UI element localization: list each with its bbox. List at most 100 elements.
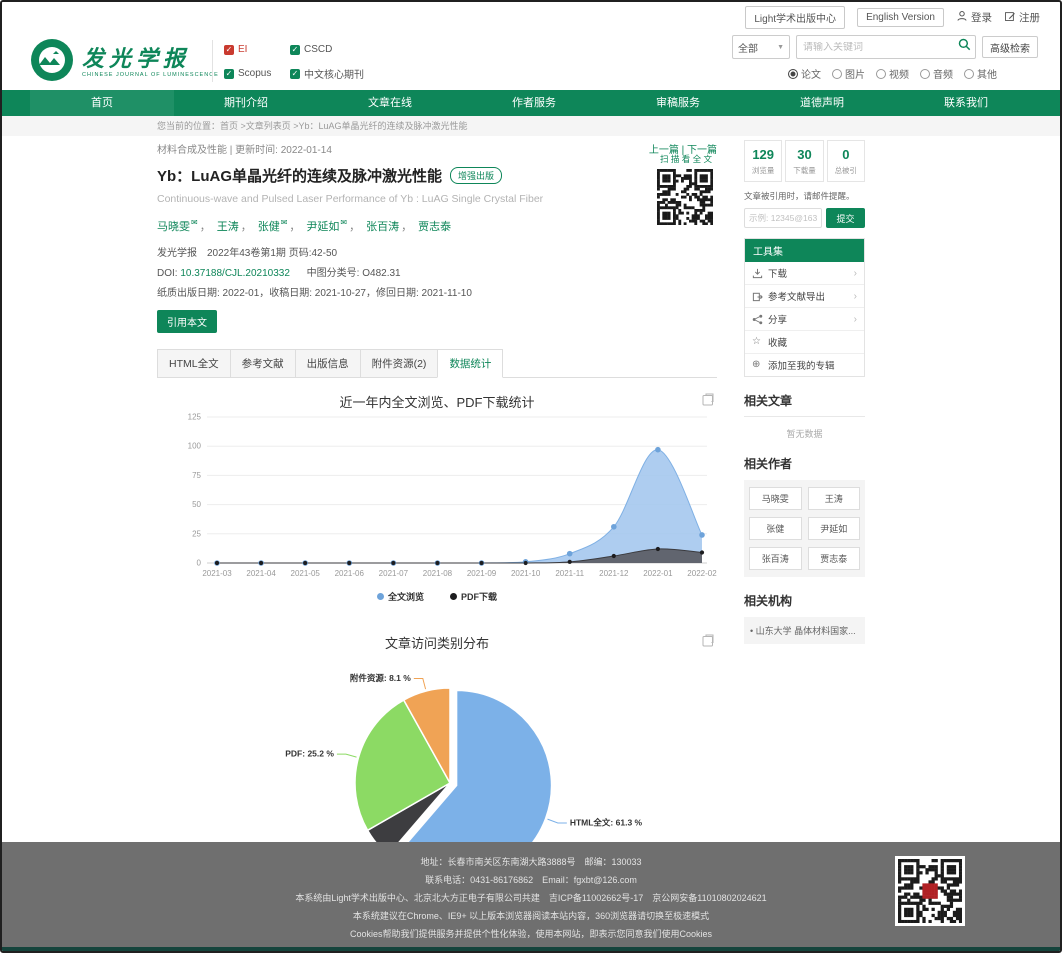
related-author-button[interactable]: 马晓雯 xyxy=(749,487,802,510)
email-submit-button[interactable]: 提交 xyxy=(826,208,865,228)
user-icon xyxy=(956,10,968,25)
english-version-link[interactable]: English Version xyxy=(857,8,944,27)
radio-label: 音频 xyxy=(933,66,953,81)
cite-article-button[interactable]: 引用本文 xyxy=(157,310,217,333)
checkbox-icon: ✓ xyxy=(290,45,300,55)
radio-icon xyxy=(920,69,930,79)
toolbox-item-album-add[interactable]: ⊕添加至我的专辑 xyxy=(745,353,864,376)
author-link[interactable]: 马晓雯✉ xyxy=(157,221,198,233)
journal-logo[interactable]: 发光学报 CHINESE JOURNAL OF LUMINESCENCE xyxy=(30,38,219,87)
email-icon: ✉ xyxy=(281,218,288,227)
search-input[interactable] xyxy=(797,42,953,53)
nav-item-author-services[interactable]: 作者服务 xyxy=(462,90,606,116)
chart1-export-icon[interactable] xyxy=(702,393,714,411)
related-author-button[interactable]: 张健 xyxy=(749,517,802,540)
nav-item-journal-intro[interactable]: 期刊介绍 xyxy=(174,90,318,116)
badge-label: EI xyxy=(238,44,247,55)
author-list: 马晓雯✉，王涛，张健✉，尹延如✉，张百涛，贾志泰 xyxy=(157,218,717,234)
stat-box-1: 30下载量 xyxy=(785,140,823,182)
legend-item-0[interactable]: 全文浏览 xyxy=(377,590,424,603)
search-type-radio-0[interactable]: 论文 xyxy=(788,66,821,81)
svg-text:2021-12: 2021-12 xyxy=(599,569,629,578)
nav-item-contact-us[interactable]: 联系我们 xyxy=(894,90,1038,116)
search-type-radio-3[interactable]: 音频 xyxy=(920,66,953,81)
search-type-radio-1[interactable]: 图片 xyxy=(832,66,865,81)
svg-text:50: 50 xyxy=(192,500,201,509)
doi-link[interactable]: 10.37188/CJL.20210332 xyxy=(180,268,290,279)
related-author-button[interactable]: 贾志泰 xyxy=(808,547,861,570)
related-articles-title: 相关文章 xyxy=(744,392,865,409)
article-stats: 129浏览量30下载量0总被引 xyxy=(744,140,865,182)
nav-item-home[interactable]: 首页 xyxy=(30,90,174,116)
journal-name-cn: 发光学报 xyxy=(82,48,219,70)
author-link[interactable]: 贾志泰 xyxy=(418,221,451,233)
toolbox-item-share[interactable]: 分享› xyxy=(745,307,864,330)
badge-label: 中文核心期刊 xyxy=(304,66,364,81)
stat-box-0: 129浏览量 xyxy=(744,140,782,182)
nav-item-review-services[interactable]: 审稿服务 xyxy=(606,90,750,116)
tab-references[interactable]: 参考文献 xyxy=(230,349,296,378)
author-separator: ， xyxy=(401,221,412,233)
register-link[interactable]: 注册 xyxy=(1004,10,1040,25)
radio-icon xyxy=(832,69,842,79)
article-category[interactable]: 材料合成及性能 xyxy=(157,145,227,156)
toolbox-item-export[interactable]: 参考文献导出› xyxy=(745,284,864,307)
nav-item-articles-online[interactable]: 文章在线 xyxy=(318,90,462,116)
search-type-radio-2[interactable]: 视频 xyxy=(876,66,909,81)
footer-qr-code xyxy=(895,856,965,926)
related-author-button[interactable]: 尹延如 xyxy=(808,517,861,540)
page: Light学术出版中心 English Version 登录 注册 发光学报 C… xyxy=(0,0,1062,953)
author-separator: ， xyxy=(349,221,360,233)
legend-item-1[interactable]: PDF下载 xyxy=(450,590,497,603)
svg-text:2021-07: 2021-07 xyxy=(379,569,409,578)
journal-name: 发光学报 CHINESE JOURNAL OF LUMINESCENCE xyxy=(82,48,219,78)
search-type-radio-4[interactable]: 其他 xyxy=(964,66,997,81)
index-badges: ✓EI✓CSCD✓Scopus✓中文核心期刊 xyxy=(224,44,400,81)
badge-label: Scopus xyxy=(238,68,271,79)
publication-dates: 纸质出版日期: 2022-01，收稿日期: 2021-10-27，修回日期: 2… xyxy=(157,284,717,299)
related-author-button[interactable]: 张百涛 xyxy=(749,547,802,570)
author-link[interactable]: 张百涛 xyxy=(366,221,399,233)
search-area: 全部▼ 高级检索 论文图片视频 音频其他 xyxy=(732,35,1038,81)
toolbox-item-download[interactable]: 下载› xyxy=(745,262,864,284)
nav-item-ethics-statement[interactable]: 道德声明 xyxy=(750,90,894,116)
tab-attachments[interactable]: 附件资源(2) xyxy=(360,349,439,378)
album-add-icon: ⊕ xyxy=(752,360,763,370)
star-icon: ☆ xyxy=(752,337,763,347)
index-badge-3: ✓中文核心期刊 xyxy=(290,66,400,81)
index-badge-2: ✓Scopus xyxy=(224,66,290,81)
svg-text:125: 125 xyxy=(188,413,202,422)
author-link[interactable]: 张健✉ xyxy=(258,221,288,233)
svg-text:0: 0 xyxy=(197,559,202,568)
related-author-button[interactable]: 王涛 xyxy=(808,487,861,510)
badge-label: CSCD xyxy=(304,44,332,55)
legend-dot xyxy=(377,593,384,600)
footer-accent-strip xyxy=(2,947,1060,953)
svg-text:100: 100 xyxy=(188,442,202,451)
related-authors-title: 相关作者 xyxy=(744,455,865,472)
advanced-search-button[interactable]: 高级检索 xyxy=(982,36,1038,58)
light-publishing-center-link[interactable]: Light学术出版中心 xyxy=(745,6,845,29)
svg-text:2021-06: 2021-06 xyxy=(335,569,365,578)
login-link[interactable]: 登录 xyxy=(956,10,992,25)
author-link[interactable]: 尹延如✉ xyxy=(306,221,347,233)
svg-text:2021-09: 2021-09 xyxy=(467,569,497,578)
enhanced-publication-badge: 增强出版 xyxy=(450,167,502,184)
toolbox-item-star[interactable]: ☆收藏 xyxy=(745,330,864,353)
header-divider xyxy=(212,40,213,82)
legend-label: PDF下载 xyxy=(461,590,497,603)
author-link[interactable]: 王涛 xyxy=(217,221,239,233)
article-source: 发光学报 2022年43卷第1期 页码:42-50 xyxy=(157,244,717,259)
search-scope-select[interactable]: 全部▼ xyxy=(732,35,790,59)
tab-html-fulltext[interactable]: HTML全文 xyxy=(157,349,231,378)
tab-data-statistics[interactable]: 数据统计 xyxy=(437,349,503,378)
related-org-link[interactable]: 山东大学 晶体材料国家... xyxy=(750,624,859,637)
chart1-title: 近一年内全文浏览、PDF下载统计 xyxy=(157,392,717,411)
stat-label: 下载量 xyxy=(786,165,822,176)
svg-text:2021-11: 2021-11 xyxy=(555,569,584,578)
tab-publication-info[interactable]: 出版信息 xyxy=(295,349,361,378)
chart2-export-icon[interactable] xyxy=(702,634,714,652)
search-icon[interactable] xyxy=(953,38,975,56)
email-alert-input[interactable] xyxy=(744,208,822,228)
svg-text:2022-02: 2022-02 xyxy=(687,569,717,578)
